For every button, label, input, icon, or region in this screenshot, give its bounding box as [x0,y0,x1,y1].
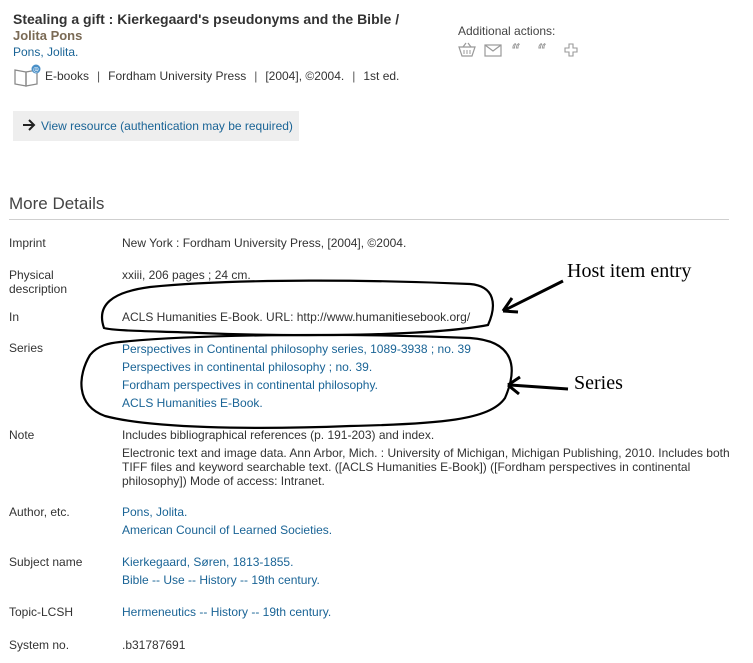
host-arrow [504,279,564,312]
subject-label: Subject name [9,555,83,569]
imprint-label: Imprint [9,236,46,250]
publisher: Fordham University Press [108,69,247,83]
additional-actions: Additional actions: “ “ [458,24,580,63]
author-link[interactable]: Pons, Jolita. [13,45,78,59]
author-link[interactable]: American Council of Learned Societies. [122,523,332,537]
svg-text:“: “ [537,42,546,58]
basket-icon[interactable] [458,42,476,58]
imprint-value: New York : Fordham University Press, [20… [122,236,407,250]
cite-icon[interactable]: “ [536,41,554,63]
divider: | [97,69,101,83]
in-label: In [9,310,20,324]
series-link[interactable]: Perspectives in Continental philosophy s… [122,342,471,356]
more-details-heading: More Details [9,194,105,213]
note-line: Includes bibliographical references (p. … [122,428,435,442]
view-resource-label: View resource (authentication may be req… [41,119,293,133]
record-title: Stealing a gift : Kierkegaard's pseudony… [13,11,400,27]
email-icon[interactable] [484,42,502,58]
additional-actions-label: Additional actions: [458,24,556,38]
topic-value: Hermeneutics -- History -- 19th century. [122,603,732,621]
format-row: @ E-books | Fordham University Press | [… [13,64,399,88]
note-value: Includes bibliographical references (p. … [122,428,732,488]
physical-label: Physical description [9,268,68,296]
cite-icon[interactable]: “ [510,41,528,63]
sysno-label: System no. [9,638,70,652]
sysno-value: .b31787691 [122,638,186,652]
divider: | [254,69,258,83]
format-label: E-books [45,69,90,83]
author-link[interactable]: Pons, Jolita. [122,505,187,519]
subject-list: Kierkegaard, Søren, 1813-1855. Bible -- … [122,553,732,589]
series-link[interactable]: Perspectives in continental philosophy ;… [122,360,372,374]
divider: | [352,69,356,83]
arrow-right-icon [22,118,36,134]
author-label: Author, etc. [9,505,70,519]
view-resource-button[interactable]: View resource (authentication may be req… [13,111,299,141]
publish-date: [2004], ©2004. [265,69,345,83]
series-label: Series [9,341,44,355]
subject-link[interactable]: Kierkegaard, Søren, 1813-1855. [122,555,293,569]
host-item-value: ACLS Humanities E-Book. URL: http://www.… [122,310,471,324]
note-line: Electronic text and image data. Ann Arbo… [122,446,730,488]
ebook-icon: @ [13,64,41,88]
plus-icon[interactable] [562,42,580,58]
topic-label: Topic-LCSH [9,605,74,619]
note-label: Note [9,428,35,442]
subject-link[interactable]: Bible -- Use -- History -- 19th century. [122,573,320,587]
svg-text:“: “ [511,42,520,58]
host-item-annotation: Host item entry [567,260,692,282]
series-link[interactable]: Fordham perspectives in continental phil… [122,378,378,392]
edition: 1st ed. [363,69,400,83]
record-responsibility: Jolita Pons [13,28,83,43]
series-link[interactable]: ACLS Humanities E-Book. [122,396,263,410]
svg-text:@: @ [33,67,39,74]
series-list: Perspectives in Continental philosophy s… [122,340,732,412]
divider [9,219,729,220]
author-list: Pons, Jolita. American Council of Learne… [122,503,732,539]
series-annotation: Series [574,372,623,394]
topic-link[interactable]: Hermeneutics -- History -- 19th century. [122,605,331,619]
